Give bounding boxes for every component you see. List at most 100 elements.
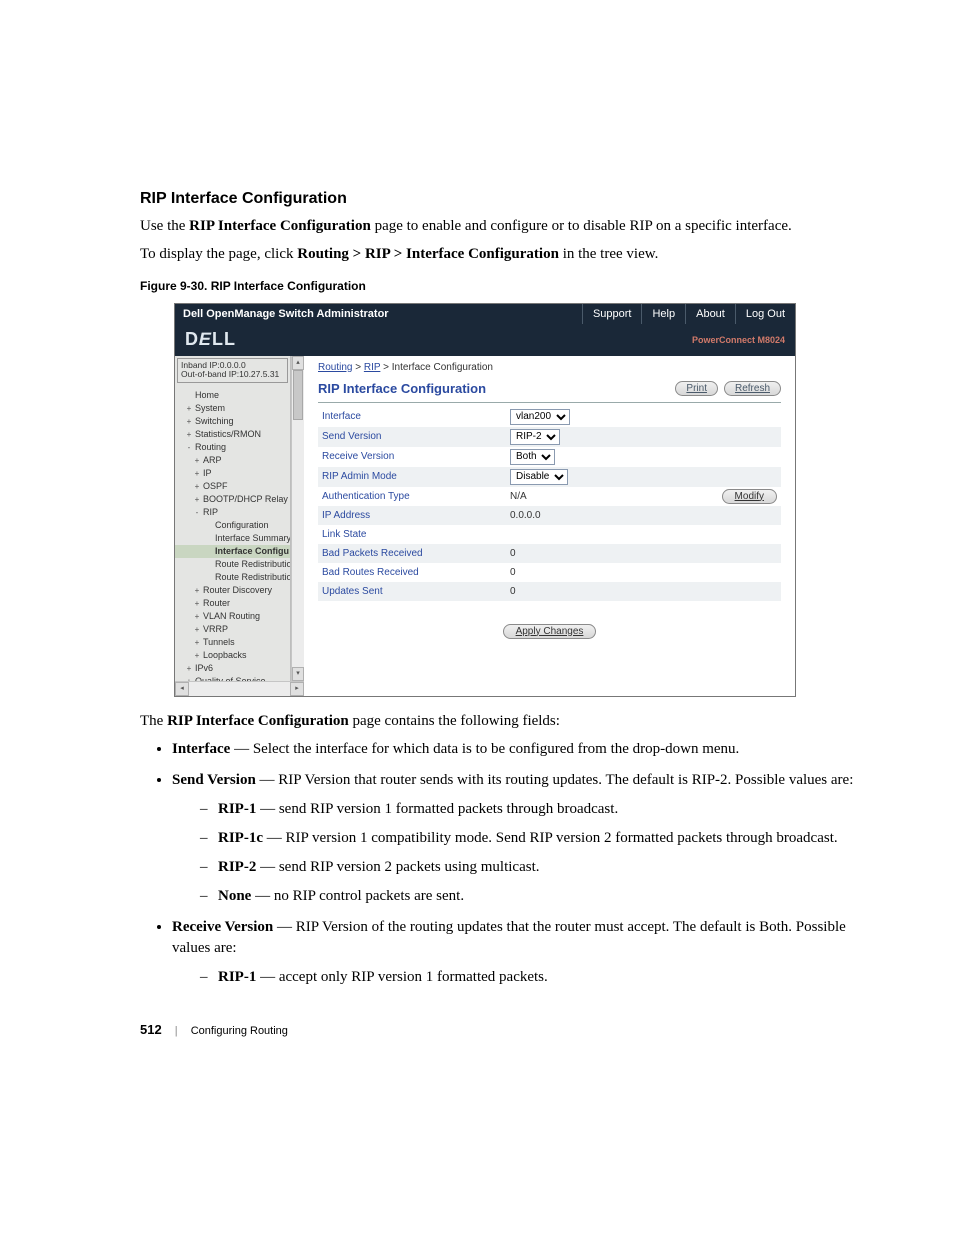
breadcrumb-current: Interface Configuration (392, 362, 493, 373)
field-value-cell: 0.0.0.0 (506, 506, 781, 525)
window-titlebar: Dell OpenManage Switch Administrator Sup… (175, 304, 795, 324)
expand-icon[interactable]: + (193, 493, 201, 506)
field-label: Bad Packets Received (318, 544, 506, 563)
expand-icon[interactable]: + (185, 402, 193, 415)
field-select[interactable]: Disable (510, 469, 568, 485)
page-footer: 512 | Configuring Routing (140, 1022, 884, 1037)
divider: | (175, 1025, 178, 1037)
tree-item[interactable]: +Router Discovery (175, 584, 290, 597)
expand-icon[interactable]: + (193, 480, 201, 493)
expand-icon[interactable]: + (193, 610, 201, 623)
tree-item[interactable]: +VLAN Routing (175, 610, 290, 623)
field-value: 0 (510, 567, 516, 578)
tree-item[interactable]: +Tunnels (175, 636, 290, 649)
field-label: Receive Version (318, 447, 506, 467)
list-item: RIP-1 — accept only RIP version 1 format… (200, 967, 884, 988)
tree-item[interactable]: +Switching (175, 415, 290, 428)
expand-icon[interactable]: + (193, 454, 201, 467)
field-value-cell: 0 (506, 544, 781, 563)
field-value: 0.0.0.0 (510, 510, 541, 521)
apply-changes-button[interactable]: Apply Changes (503, 624, 597, 639)
tree-item[interactable]: -Routing (175, 441, 290, 454)
table-row: Bad Packets Received0 (318, 544, 781, 563)
text: — RIP version 1 compatibility mode. Send… (263, 830, 838, 846)
tree-item[interactable]: Configuration (175, 519, 290, 532)
field-value-cell: N/A (506, 487, 583, 506)
field-select[interactable]: RIP-2 (510, 429, 560, 445)
expand-icon[interactable]: + (193, 467, 201, 480)
tree-item[interactable]: Route Redistributio (175, 571, 290, 584)
text: page to enable and configure or to disab… (371, 218, 792, 234)
text: Use the (140, 218, 189, 234)
tree-item[interactable]: Route Redistributio (175, 558, 290, 571)
expand-icon[interactable]: + (193, 597, 201, 610)
sidebar-scrollbar[interactable]: ▴ ▾ (291, 356, 304, 681)
tree-item[interactable]: +Quality of Service (175, 675, 290, 680)
expand-icon[interactable]: + (193, 636, 201, 649)
expand-icon[interactable]: + (185, 415, 193, 428)
refresh-button[interactable]: Refresh (724, 381, 781, 396)
tree-item-label: Statistics/RMON (195, 429, 261, 439)
nav-paragraph: To display the page, click Routing > RIP… (140, 244, 884, 264)
text-bold: Receive Version (172, 919, 273, 935)
expand-icon[interactable]: + (193, 623, 201, 636)
scroll-right-icon[interactable]: ▸ (290, 682, 304, 696)
modify-button[interactable]: Modify (722, 489, 777, 504)
field-value-cell: Disable (506, 467, 781, 487)
table-row: Link State (318, 525, 781, 544)
tree-item-label: Interface Configu (215, 546, 289, 556)
tree-item[interactable]: +IP (175, 467, 290, 480)
list-item: Interface — Select the interface for whi… (172, 739, 884, 760)
field-label: Send Version (318, 427, 506, 447)
breadcrumb-link[interactable]: Routing (318, 362, 352, 373)
tree-item-label: Route Redistributio (215, 559, 290, 569)
tree-item[interactable]: +Router (175, 597, 290, 610)
text: — send RIP version 2 packets using multi… (256, 859, 539, 875)
tree-item[interactable]: +Statistics/RMON (175, 428, 290, 441)
tree-item-label: ARP (203, 455, 222, 465)
content-pane: Routing > RIP > Interface Configuration … (304, 356, 795, 696)
tree-item[interactable]: +OSPF (175, 480, 290, 493)
list-item: Receive Version — RIP Version of the rou… (172, 917, 884, 988)
text: in the tree view. (559, 246, 658, 262)
list-item: Send Version — RIP Version that router s… (172, 770, 884, 907)
tree-item[interactable]: Home (175, 389, 290, 402)
nav-logout[interactable]: Log Out (735, 304, 795, 324)
tree-item[interactable]: +Loopbacks (175, 649, 290, 662)
tree-item[interactable]: +System (175, 402, 290, 415)
nav-about[interactable]: About (685, 304, 735, 324)
tree-item[interactable]: Interface Summary (175, 532, 290, 545)
nav-help[interactable]: Help (641, 304, 685, 324)
tree-item[interactable]: +VRRP (175, 623, 290, 636)
tree-item[interactable]: +IPv6 (175, 662, 290, 675)
breadcrumb-link[interactable]: RIP (364, 362, 381, 373)
print-button[interactable]: Print (675, 381, 718, 396)
expand-icon[interactable]: - (185, 441, 193, 454)
expand-icon[interactable]: + (193, 584, 201, 597)
scroll-up-icon[interactable]: ▴ (292, 356, 304, 370)
breadcrumb: Routing > RIP > Interface Configuration (318, 362, 781, 373)
field-select[interactable]: vlan200 (510, 409, 570, 425)
expand-icon[interactable]: + (185, 428, 193, 441)
list-item: None — no RIP control packets are sent. (200, 886, 884, 907)
nav-support[interactable]: Support (582, 304, 642, 324)
expand-icon[interactable]: - (193, 506, 201, 519)
sidebar-hscrollbar[interactable]: ◂ ▸ (175, 681, 304, 696)
field-value-cell: 0 (506, 563, 781, 582)
fields-table: Interfacevlan200Send VersionRIP-2Receive… (318, 407, 781, 601)
tree-item[interactable]: -RIP (175, 506, 290, 519)
scroll-left-icon[interactable]: ◂ (175, 682, 189, 696)
expand-icon[interactable]: + (193, 649, 201, 662)
tree-item-label: Quality of Service (195, 676, 266, 680)
field-select[interactable]: Both (510, 449, 555, 465)
tree-item[interactable]: +ARP (175, 454, 290, 467)
table-row: IP Address0.0.0.0 (318, 506, 781, 525)
tree-item[interactable]: +BOOTP/DHCP Relay (175, 493, 290, 506)
scroll-down-icon[interactable]: ▾ (292, 667, 304, 681)
scroll-thumb[interactable] (293, 370, 303, 420)
tree-item[interactable]: Interface Configu (175, 545, 290, 558)
expand-icon[interactable]: + (185, 675, 193, 680)
nav-tree: Home+System+Switching+Statistics/RMON-Ro… (175, 385, 290, 680)
text-bold: None (218, 888, 251, 904)
expand-icon[interactable]: + (185, 662, 193, 675)
